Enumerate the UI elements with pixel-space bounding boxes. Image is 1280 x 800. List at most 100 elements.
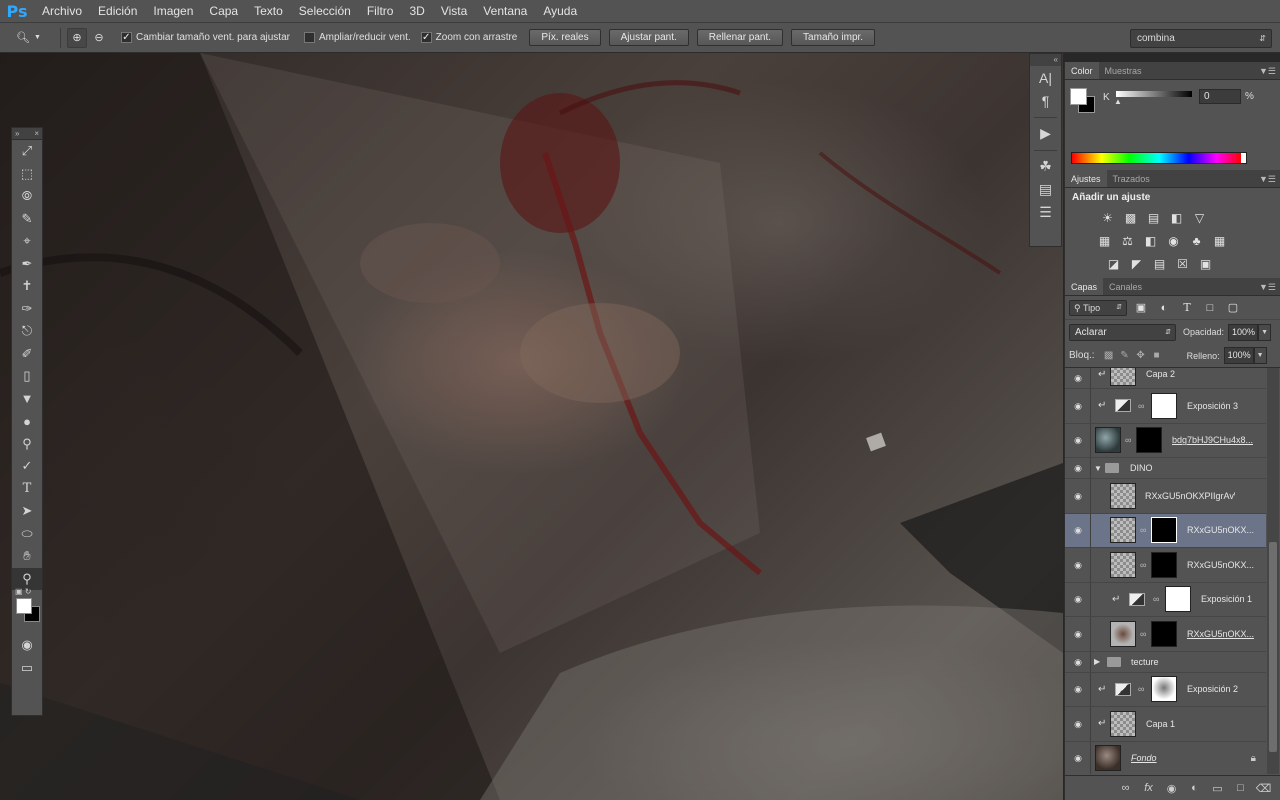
paint-bucket-tool[interactable]: ▼ bbox=[12, 388, 42, 411]
menu-capa[interactable]: Capa bbox=[201, 0, 246, 22]
menu-imagen[interactable]: Imagen bbox=[145, 0, 201, 22]
collapse-triangle-icon[interactable]: ▶ bbox=[1094, 657, 1100, 666]
lock-pixels-icon[interactable]: ✎ bbox=[1117, 350, 1133, 361]
foreground-color-swatch[interactable] bbox=[16, 598, 32, 614]
opacity-input[interactable]: 100% bbox=[1228, 323, 1259, 341]
eye-icon[interactable]: ◉ bbox=[1071, 594, 1085, 604]
actual-pixels-button[interactable]: Píx. reales bbox=[529, 29, 601, 46]
layer-row[interactable]: ◉ ↵ ∞ Exposición 3 bbox=[1065, 389, 1266, 424]
vibrance-icon[interactable]: ▽ bbox=[1191, 209, 1208, 226]
healing-tool[interactable]: ✝ bbox=[12, 275, 42, 298]
filter-smart-object-icon[interactable]: ▢ bbox=[1224, 301, 1242, 314]
hand-tool[interactable]: ✋︎ bbox=[12, 545, 42, 568]
dock-header[interactable]: « bbox=[1030, 54, 1061, 66]
fit-screen-button[interactable]: Ajustar pant. bbox=[608, 29, 689, 46]
k-slider-track[interactable] bbox=[1116, 91, 1192, 97]
color-balance-icon[interactable]: ⚖ bbox=[1119, 232, 1136, 249]
chain-link-icon[interactable]: ∞ bbox=[1140, 560, 1146, 570]
layer-row[interactable]: ◉ ∞ RXxGU5nOKX... bbox=[1065, 548, 1266, 583]
blend-mode-select[interactable]: Aclarar ⇵ bbox=[1069, 323, 1176, 341]
layer-row[interactable]: ◉ ↵ ∞ Exposición 1 bbox=[1065, 582, 1266, 617]
layer-mask-thumbnail[interactable] bbox=[1151, 676, 1177, 703]
eye-icon[interactable]: ◉ bbox=[1071, 491, 1085, 501]
hue-saturation-icon[interactable]: ▦ bbox=[1096, 232, 1113, 249]
resize-windows-checkbox[interactable]: ✓ Cambiar tamaño vent. para ajustar bbox=[121, 32, 290, 43]
panel-menu-icon[interactable]: ▼☰ bbox=[1259, 62, 1276, 80]
new-layer-icon[interactable]: □ bbox=[1232, 782, 1249, 794]
foreground-color-swatch[interactable] bbox=[1070, 88, 1087, 105]
layer-row-background[interactable]: ◉ Fondo 🔒︎ bbox=[1065, 741, 1266, 774]
scrollbar-thumb[interactable] bbox=[1269, 542, 1277, 752]
zoom-out-button[interactable]: ⊖ bbox=[89, 28, 109, 48]
curves-icon[interactable]: ▤ bbox=[1145, 209, 1162, 226]
layer-row[interactable]: ◉ ∞ RXxGU5nOKX... bbox=[1065, 617, 1266, 652]
expand-triangle-icon[interactable]: ▼ bbox=[1094, 464, 1102, 473]
selective-color-icon[interactable]: ☒ bbox=[1174, 255, 1191, 272]
menu-3d[interactable]: 3D bbox=[401, 0, 432, 22]
menu-seleccion[interactable]: Selección bbox=[291, 0, 359, 22]
threshold-icon[interactable]: ▤ bbox=[1151, 255, 1168, 272]
menu-ventana[interactable]: Ventana bbox=[475, 0, 535, 22]
tools-panel-header[interactable]: » × bbox=[12, 128, 42, 140]
menu-vista[interactable]: Vista bbox=[433, 0, 475, 22]
pen-tool[interactable]: ✓ bbox=[12, 455, 42, 478]
lock-transparency-icon[interactable]: ▩ bbox=[1101, 350, 1117, 361]
filter-adjustment-icon[interactable]: ◐ bbox=[1155, 302, 1173, 314]
channel-mixer-icon[interactable]: ♣ bbox=[1188, 232, 1205, 249]
brightness-icon[interactable]: ☀ bbox=[1099, 209, 1116, 226]
menu-texto[interactable]: Texto bbox=[246, 0, 291, 22]
color-lookup-icon[interactable]: ▦ bbox=[1211, 232, 1228, 249]
filter-type-select[interactable]: ⚲ Tipo ⇵ bbox=[1069, 299, 1127, 316]
new-group-icon[interactable]: ▭ bbox=[1209, 782, 1226, 795]
layer-mask-thumbnail[interactable] bbox=[1151, 620, 1177, 647]
eye-icon[interactable]: ◉ bbox=[1071, 629, 1085, 639]
chain-link-icon[interactable]: ∞ bbox=[1125, 435, 1131, 445]
fill-screen-button[interactable]: Rellenar pant. bbox=[696, 29, 784, 46]
zoom-in-button[interactable]: ⊕ bbox=[67, 27, 87, 48]
fill-input[interactable]: 100% bbox=[1223, 347, 1254, 364]
eye-icon[interactable]: ◉ bbox=[1071, 560, 1085, 570]
eye-icon[interactable]: ◉ bbox=[1071, 525, 1085, 535]
layer-row[interactable]: ◉ ↵ ∞ Exposición 2 bbox=[1065, 672, 1266, 707]
path-selection-tool[interactable]: ➤ bbox=[12, 500, 42, 523]
menu-ayuda[interactable]: Ayuda bbox=[535, 0, 585, 22]
ellipse-tool[interactable]: ⬭ bbox=[12, 523, 42, 546]
workspace-select[interactable]: combina ⇵ bbox=[1130, 29, 1272, 48]
tab-adjustments[interactable]: Ajustes bbox=[1065, 170, 1107, 187]
quick-mask-button[interactable]: ◉ bbox=[12, 634, 42, 657]
actions-panel-button[interactable]: ▶ bbox=[1030, 122, 1061, 145]
trash-icon[interactable]: ⌫ bbox=[1255, 782, 1272, 795]
zoom-all-windows-checkbox[interactable]: Ampliar/reducir vent. bbox=[303, 32, 411, 43]
layer-group-row[interactable]: ◉ ▶ tecture bbox=[1065, 651, 1266, 673]
print-size-button[interactable]: Tamaño impr. bbox=[791, 29, 876, 46]
chevron-down-icon[interactable]: ▼ bbox=[1253, 347, 1267, 364]
blur-tool[interactable]: ● bbox=[12, 410, 42, 433]
color-swatches[interactable]: ▣ ↻ bbox=[12, 587, 42, 634]
eye-icon[interactable]: ◉ bbox=[1071, 401, 1085, 411]
paragraph-panel-button[interactable]: ¶ bbox=[1030, 89, 1061, 112]
scrubby-zoom-checkbox[interactable]: ✓ Zoom con arrastre bbox=[420, 32, 517, 43]
type-tool[interactable]: T bbox=[12, 478, 42, 501]
layer-row[interactable]: ◉ ↵ Capa 1 bbox=[1065, 707, 1266, 742]
default-colors-icon[interactable]: ▣ ↻ bbox=[15, 587, 31, 596]
layer-style-icon[interactable]: fx bbox=[1140, 782, 1157, 794]
panel-menu-icon[interactable]: ▼☰ bbox=[1259, 170, 1276, 188]
layers-scrollbar[interactable] bbox=[1267, 368, 1279, 774]
eye-icon[interactable]: ◉ bbox=[1071, 657, 1085, 667]
chevron-down-icon[interactable]: ▼ bbox=[1258, 323, 1272, 341]
exposure-icon[interactable]: ◧ bbox=[1168, 209, 1185, 226]
crop-tool[interactable]: ⌖ bbox=[12, 230, 42, 253]
layer-mask-thumbnail[interactable] bbox=[1151, 517, 1177, 544]
k-value-input[interactable]: 0 bbox=[1199, 89, 1241, 104]
eye-icon[interactable]: ◉ bbox=[1071, 684, 1085, 694]
color-spectrum-bar[interactable] bbox=[1071, 152, 1247, 164]
properties-button[interactable]: ☰ bbox=[1030, 201, 1061, 224]
filter-pixel-icon[interactable]: ▣ bbox=[1132, 301, 1150, 314]
eye-icon[interactable]: ◉ bbox=[1071, 753, 1085, 763]
tool-presets-button[interactable]: ☘ bbox=[1030, 155, 1061, 178]
invert-icon[interactable]: ◪ bbox=[1105, 255, 1122, 272]
new-adjustment-icon[interactable]: ◐ bbox=[1186, 782, 1203, 794]
slider-thumb-icon[interactable]: ▲ bbox=[1114, 97, 1122, 106]
layer-mask-thumbnail[interactable] bbox=[1136, 427, 1162, 454]
brush-tool[interactable]: ✑ bbox=[12, 298, 42, 321]
